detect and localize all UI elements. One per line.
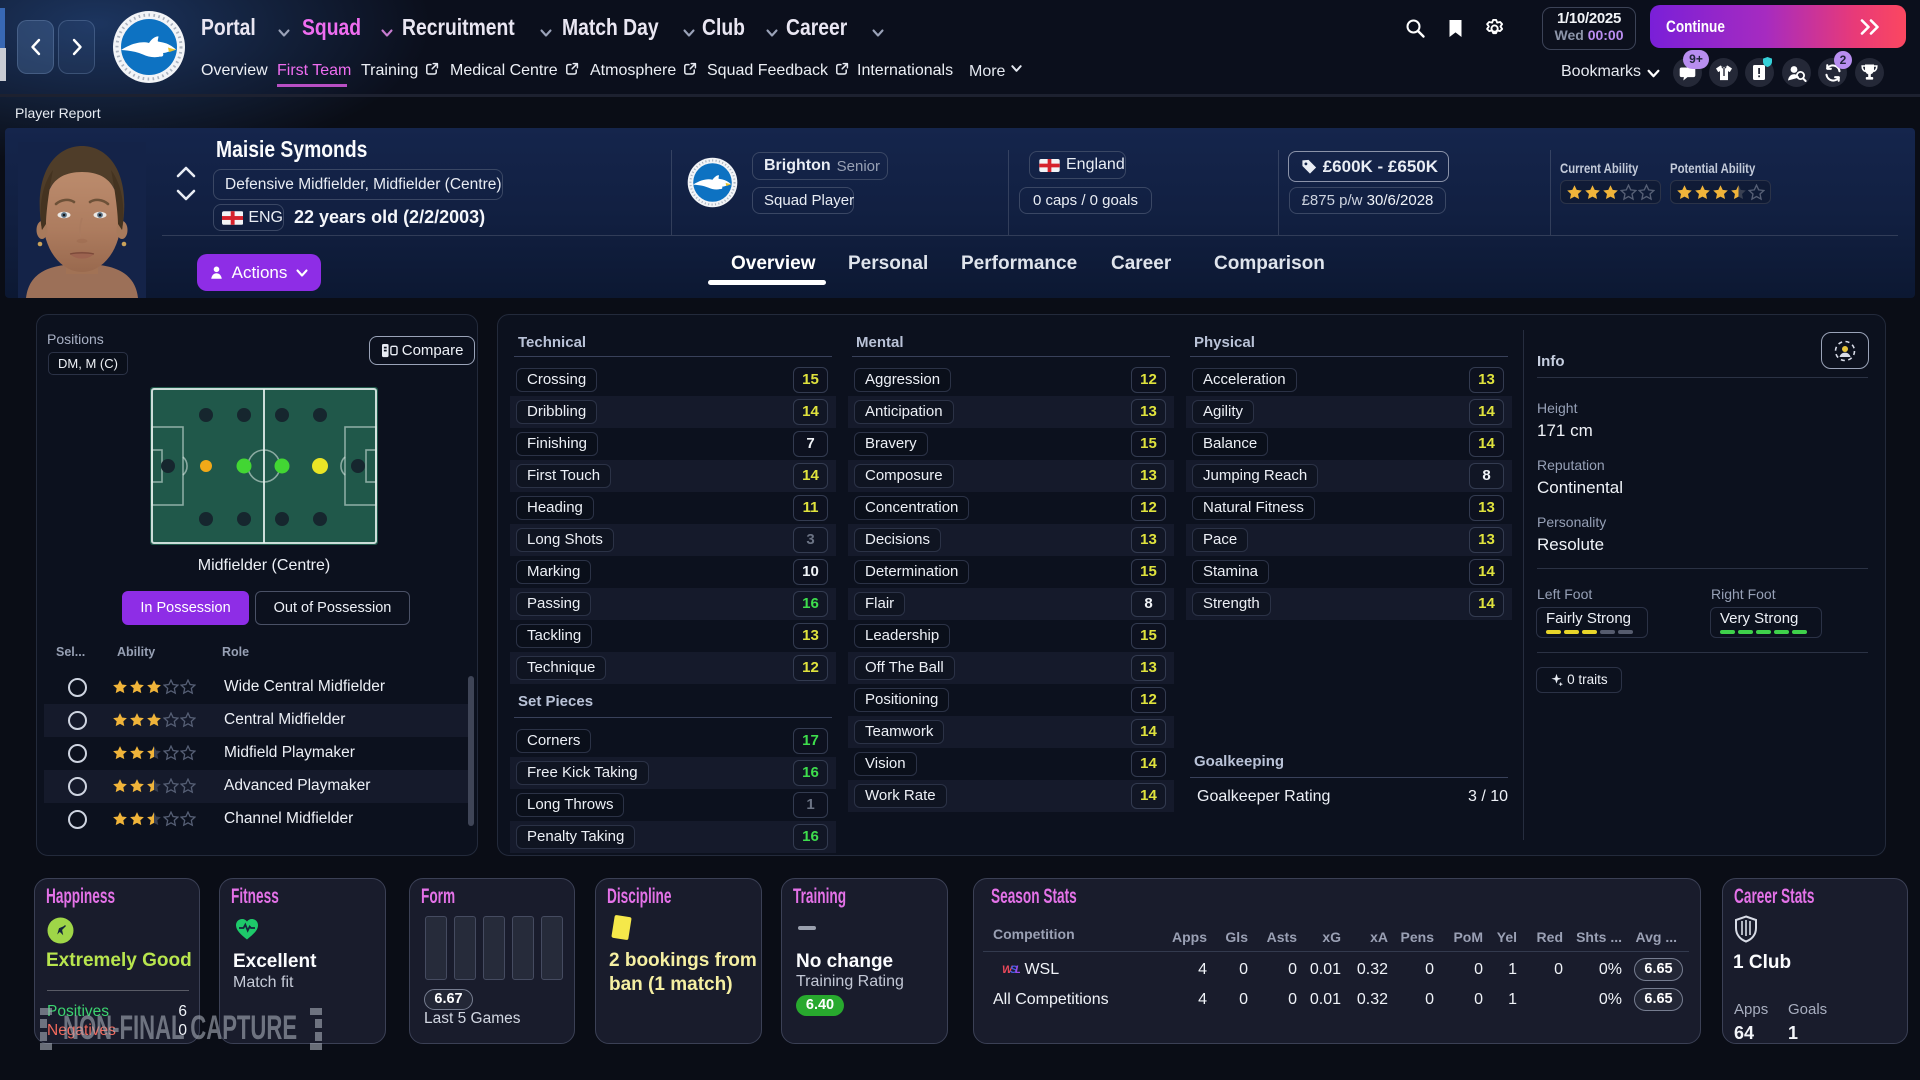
svg-text:L: L — [1015, 964, 1020, 975]
